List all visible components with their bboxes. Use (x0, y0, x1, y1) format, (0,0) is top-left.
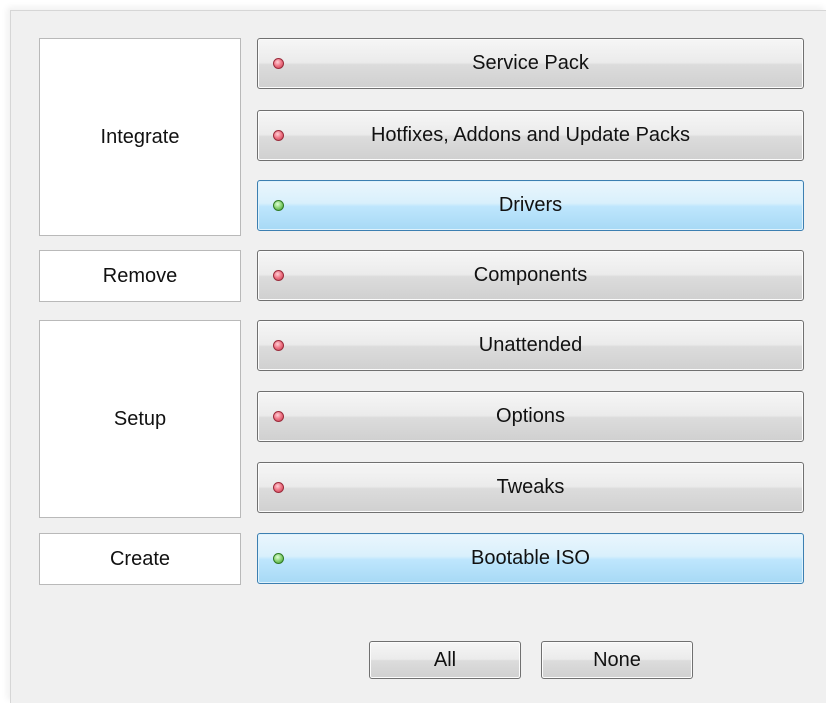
group-label-remove-text: Remove (102, 264, 178, 287)
group-label-setup-text: Setup (113, 407, 167, 430)
status-red-icon (273, 57, 284, 69)
group-label-remove: Remove (39, 250, 241, 302)
hotfixes-button[interactable]: Hotfixes, Addons and Update Packs (257, 110, 804, 161)
group-label-integrate: Integrate (39, 38, 241, 236)
select-all-label: All (433, 648, 457, 671)
status-red-icon (273, 269, 284, 281)
unattended-button[interactable]: Unattended (257, 320, 804, 371)
tweaks-button[interactable]: Tweaks (257, 462, 804, 513)
status-red-icon (273, 410, 284, 422)
bootable-iso-button[interactable]: Bootable ISO (257, 533, 804, 584)
status-green-icon (273, 552, 284, 564)
group-label-create-text: Create (109, 547, 171, 570)
status-red-icon (273, 339, 284, 351)
status-green-icon (273, 199, 284, 211)
unattended-label: Unattended (478, 334, 583, 356)
hotfixes-label: Hotfixes, Addons and Update Packs (370, 124, 691, 146)
group-label-create: Create (39, 533, 241, 585)
status-red-icon (273, 481, 284, 493)
tweaks-label: Tweaks (496, 476, 565, 498)
service-pack-label: Service Pack (472, 52, 589, 74)
select-none-button[interactable]: None (541, 641, 693, 679)
options-label: Options (496, 405, 565, 427)
drivers-label: Drivers (498, 194, 563, 216)
service-pack-button[interactable]: Service Pack (257, 38, 804, 89)
group-label-setup: Setup (39, 320, 241, 518)
bootable-iso-label: Bootable ISO (471, 547, 590, 569)
components-button[interactable]: Components (257, 250, 804, 301)
select-none-label: None (593, 648, 641, 671)
group-label-integrate-text: Integrate (100, 125, 180, 148)
select-all-button[interactable]: All (369, 641, 521, 679)
status-red-icon (273, 129, 284, 141)
options-button[interactable]: Options (257, 391, 804, 442)
components-label: Components (473, 264, 588, 286)
drivers-button[interactable]: Drivers (257, 180, 804, 231)
